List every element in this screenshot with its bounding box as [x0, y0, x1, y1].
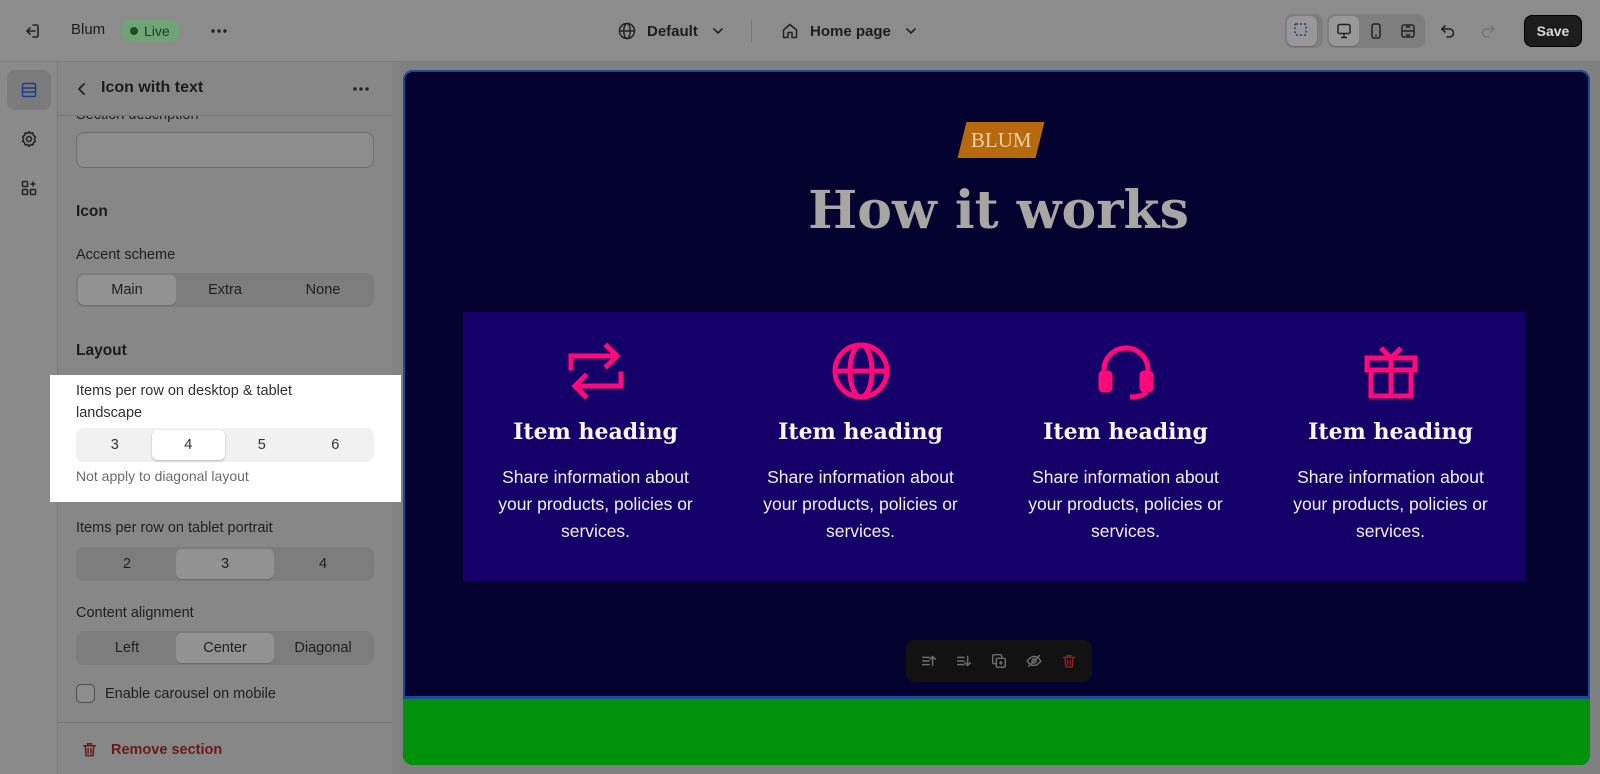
inspector-toggle	[1285, 14, 1323, 48]
home-icon	[782, 23, 798, 39]
apps-icon[interactable]	[7, 168, 51, 208]
items-per-row-tablet-segmented: 2 3 4	[76, 547, 374, 581]
item-card[interactable]: Item heading Share information about you…	[463, 312, 728, 581]
more-actions-icon[interactable]	[203, 15, 235, 47]
item-card[interactable]: Item heading Share information about you…	[728, 312, 993, 581]
trash-icon	[83, 743, 96, 757]
accent-scheme-label: Accent scheme	[76, 247, 176, 263]
desktop-option-3[interactable]: 3	[78, 430, 152, 460]
tablet-option-3[interactable]: 3	[176, 549, 274, 579]
sections-icon[interactable]	[7, 70, 51, 110]
hide-eye-icon[interactable]	[1020, 647, 1048, 675]
icon-heading: Icon	[76, 203, 108, 220]
item-heading: Item heading	[1308, 419, 1473, 445]
desktop-option-6[interactable]: 6	[299, 430, 373, 460]
items-per-row-desktop-segmented: 3 4 5 6	[76, 428, 374, 462]
next-section-preview[interactable]	[403, 699, 1590, 765]
accent-scheme-option-none[interactable]: None	[274, 275, 372, 305]
store-name: Blum	[71, 21, 106, 38]
items-per-row-desktop-setting: Items per row on desktop & tablet landsc…	[50, 375, 401, 502]
panel-header: Icon with text	[58, 62, 392, 116]
gear-icon[interactable]	[7, 119, 51, 159]
alignment-option-center[interactable]: Center	[176, 633, 274, 663]
items-container: Item heading Share information about you…	[463, 312, 1526, 581]
gift-icon	[1364, 346, 1418, 399]
accent-scheme-option-main[interactable]: Main	[78, 275, 176, 305]
section-floating-toolbar	[906, 640, 1092, 682]
accent-scheme-segmented: Main Extra None	[76, 273, 374, 307]
theme-select[interactable]: Default	[617, 21, 728, 41]
alignment-option-left[interactable]: Left	[78, 633, 176, 663]
desktop-icon[interactable]	[1329, 16, 1359, 46]
move-down-icon[interactable]	[950, 647, 978, 675]
items-per-row-desktop-label: Items per row on desktop & tablet landsc…	[76, 383, 292, 421]
items-per-row-tablet-label: Items per row on tablet portrait	[76, 520, 273, 536]
carousel-label: Enable carousel on mobile	[105, 685, 276, 702]
section-description-input[interactable]	[76, 132, 374, 168]
globe-icon	[832, 342, 890, 400]
exit-icon[interactable]	[15, 15, 47, 47]
desktop-option-5[interactable]: 5	[225, 430, 299, 460]
store-logo[interactable]: BLUM	[957, 122, 1045, 158]
back-arrow-icon[interactable]	[66, 73, 98, 105]
desktop-option-4[interactable]: 4	[151, 430, 225, 460]
editor-topbar: Blum Live Default Home page Save	[0, 0, 1600, 62]
delete-trash-icon[interactable]	[1055, 647, 1083, 675]
item-text: Share information about your products, p…	[763, 467, 958, 541]
preview-canvas: BLUM How it works Item heading Share inf…	[403, 70, 1590, 765]
undo-icon[interactable]	[1432, 15, 1464, 47]
globe-icon	[618, 22, 636, 40]
alignment-option-diagonal[interactable]: Diagonal	[274, 633, 372, 663]
redo-icon[interactable]	[1472, 15, 1504, 47]
item-text: Share information about your products, p…	[1028, 467, 1223, 541]
content-alignment-segmented: Left Center Diagonal	[76, 631, 374, 665]
accent-scheme-option-extra[interactable]: Extra	[176, 275, 274, 305]
item-heading: Item heading	[1043, 419, 1208, 445]
item-text: Share information about your products, p…	[498, 467, 693, 541]
fullscreen-icon[interactable]	[1393, 16, 1423, 46]
tablet-option-2[interactable]: 2	[78, 549, 176, 579]
move-up-icon[interactable]	[915, 647, 943, 675]
item-text: Share information about your products, p…	[1293, 467, 1488, 541]
device-preview-toggle	[1327, 14, 1425, 48]
item-heading: Item heading	[778, 419, 943, 445]
content-alignment-label: Content alignment	[76, 605, 194, 621]
chevron-down-icon	[906, 28, 916, 35]
store-logo-text: BLUM	[970, 127, 1032, 152]
carousel-toggle-row[interactable]: Enable carousel on mobile	[76, 684, 276, 703]
live-dot-icon	[130, 27, 138, 35]
topbar-divider	[751, 20, 752, 42]
layout-heading: Layout	[76, 342, 127, 359]
icon-with-text-section[interactable]: BLUM How it works Item heading Share inf…	[403, 70, 1590, 699]
theme-select-label: Default	[647, 22, 698, 40]
status-badge-label: Live	[144, 23, 170, 39]
items-per-row-desktop-help: Not apply to diagonal layout	[76, 468, 249, 484]
page-select-label: Home page	[810, 22, 891, 40]
section-title: How it works	[808, 180, 1189, 241]
chevron-down-icon	[713, 28, 723, 35]
select-cursor-icon[interactable]	[1287, 16, 1317, 46]
status-badge: Live	[122, 20, 179, 42]
mobile-icon[interactable]	[1361, 16, 1391, 46]
tablet-option-4[interactable]: 4	[274, 549, 372, 579]
remove-section-row: Remove section	[58, 722, 392, 774]
exchange-arrows-icon	[568, 342, 624, 400]
carousel-checkbox[interactable]	[76, 684, 95, 703]
page-select[interactable]: Home page	[780, 21, 921, 41]
remove-section-button[interactable]: Remove section	[80, 740, 222, 759]
headset-icon	[1098, 345, 1154, 400]
panel-title: Icon with text	[101, 79, 204, 96]
save-button[interactable]: Save	[1524, 15, 1582, 47]
more-options-icon[interactable]	[345, 73, 377, 105]
remove-section-label: Remove section	[111, 741, 223, 758]
item-card[interactable]: Item heading Share information about you…	[993, 312, 1258, 581]
item-heading: Item heading	[513, 419, 678, 445]
item-card[interactable]: Item heading Share information about you…	[1258, 312, 1523, 581]
duplicate-icon[interactable]	[985, 647, 1013, 675]
